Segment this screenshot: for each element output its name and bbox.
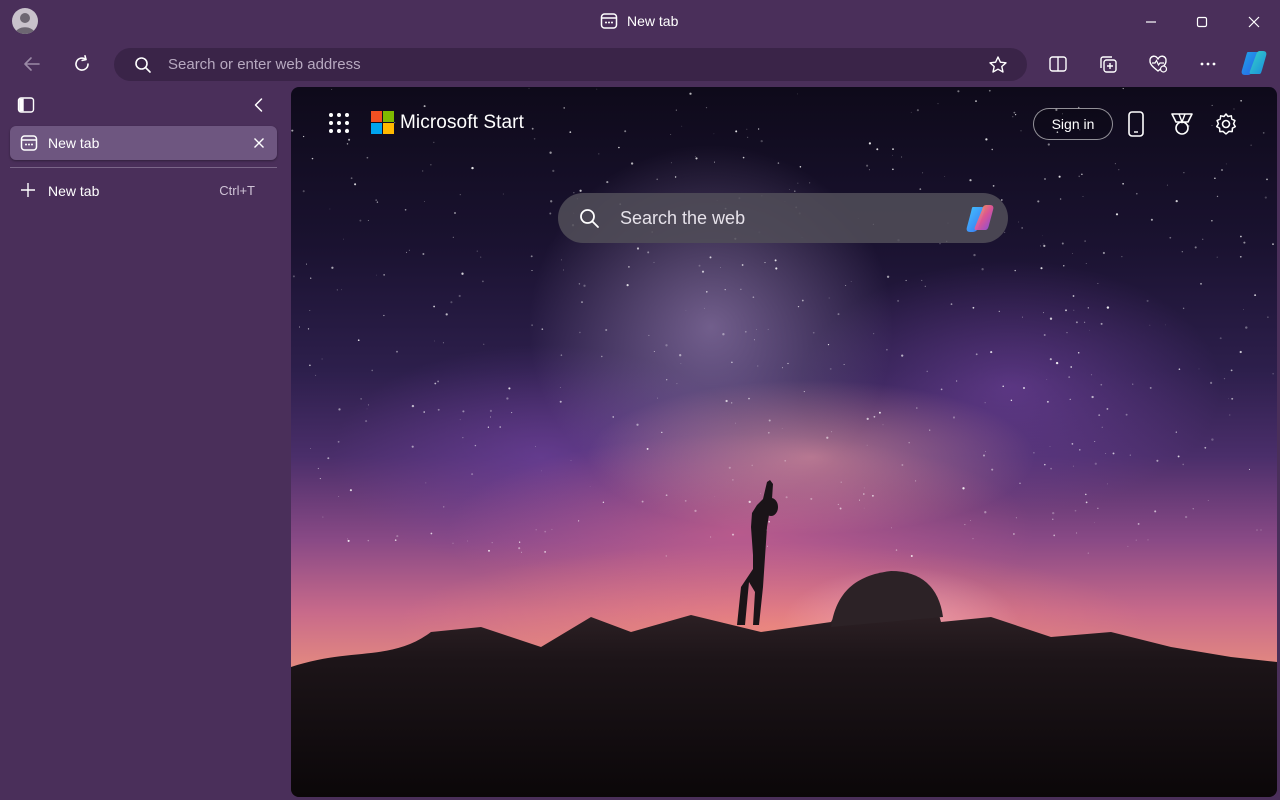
new-tab-shortcut: Ctrl+T <box>219 183 255 198</box>
close-icon[interactable] <box>1243 11 1265 33</box>
new-tab-label: New tab <box>48 183 100 199</box>
collapse-chevron-icon[interactable] <box>250 96 268 119</box>
tab-page-icon <box>600 13 618 29</box>
close-tab-icon[interactable] <box>253 137 265 149</box>
title-bar: New tab <box>0 0 1280 42</box>
copilot-icon[interactable] <box>1238 47 1270 79</box>
window-title: New tab <box>600 11 678 31</box>
tab-actions-icon[interactable] <box>17 96 35 119</box>
microsoft-start-logo[interactable]: Microsoft Start <box>371 111 524 134</box>
back-icon[interactable] <box>16 48 48 80</box>
web-search-input[interactable] <box>620 193 950 243</box>
new-tab-button[interactable]: New tab Ctrl+T <box>10 177 277 203</box>
tab-new-tab[interactable]: New tab <box>10 126 277 160</box>
search-icon <box>580 209 599 228</box>
tab-page-icon <box>20 135 38 151</box>
tab-label: New tab <box>48 135 100 151</box>
settings-icon[interactable] <box>1211 109 1241 139</box>
profile-avatar-icon[interactable] <box>12 8 38 34</box>
copilot-icon[interactable] <box>963 202 997 236</box>
apps-grid-icon[interactable] <box>327 111 351 135</box>
sign-in-button[interactable]: Sign in <box>1033 108 1113 140</box>
sidebar-divider <box>10 167 277 168</box>
favorite-star-icon[interactable] <box>988 55 1008 75</box>
browser-essentials-icon[interactable] <box>1142 48 1174 80</box>
refresh-icon[interactable] <box>66 48 98 80</box>
microsoft-logo-icon <box>371 111 394 134</box>
address-bar[interactable] <box>114 48 1027 81</box>
new-tab-page: Microsoft Start Sign in <box>291 87 1277 797</box>
browser-toolbar <box>0 42 1280 86</box>
search-icon <box>135 57 151 73</box>
brand-title: Microsoft Start <box>400 111 524 133</box>
rewards-icon[interactable] <box>1167 109 1197 139</box>
vertical-tabs-sidebar: New tab New tab Ctrl+T <box>0 86 290 800</box>
split-screen-icon[interactable] <box>1042 48 1074 80</box>
web-search-box[interactable] <box>558 193 1008 243</box>
phone-icon[interactable] <box>1121 109 1151 139</box>
window-title-text: New tab <box>627 13 679 29</box>
minimize-icon[interactable] <box>1140 11 1162 33</box>
collections-icon[interactable] <box>1092 48 1124 80</box>
more-icon[interactable] <box>1192 48 1224 80</box>
plus-icon <box>21 183 35 197</box>
address-input[interactable] <box>168 48 968 81</box>
maximize-icon[interactable] <box>1191 11 1213 33</box>
